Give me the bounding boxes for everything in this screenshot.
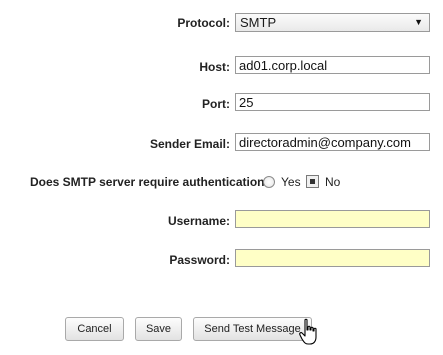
sender-email-input[interactable] — [235, 133, 430, 151]
port-input[interactable] — [235, 93, 430, 111]
radio-selected-indicator — [310, 179, 315, 184]
auth-no-label[interactable]: No — [325, 175, 340, 189]
auth-yes-label[interactable]: Yes — [281, 175, 301, 189]
username-label: Username: — [167, 214, 230, 228]
protocol-selected-value: SMTP — [240, 15, 277, 30]
protocol-select[interactable]: SMTP ▼ — [235, 13, 430, 32]
host-label: Host: — [199, 60, 230, 74]
port-label: Port: — [202, 97, 230, 111]
cancel-button[interactable]: Cancel — [65, 317, 124, 341]
send-test-message-button[interactable]: Send Test Message — [193, 317, 312, 341]
host-input[interactable] — [235, 56, 430, 74]
chevron-down-icon[interactable]: ▼ — [414, 14, 423, 31]
save-button[interactable]: Save — [135, 317, 182, 341]
sender-email-label: Sender Email: — [149, 137, 230, 151]
hand-cursor-icon — [299, 318, 317, 345]
protocol-label: Protocol: — [177, 16, 230, 30]
password-label: Password: — [169, 253, 230, 267]
auth-question: Does SMTP server require authentication — [30, 175, 265, 189]
auth-yes-radio[interactable] — [263, 176, 275, 188]
auth-no-radio[interactable] — [306, 175, 319, 188]
password-input[interactable] — [235, 249, 430, 267]
username-input[interactable] — [235, 210, 430, 228]
